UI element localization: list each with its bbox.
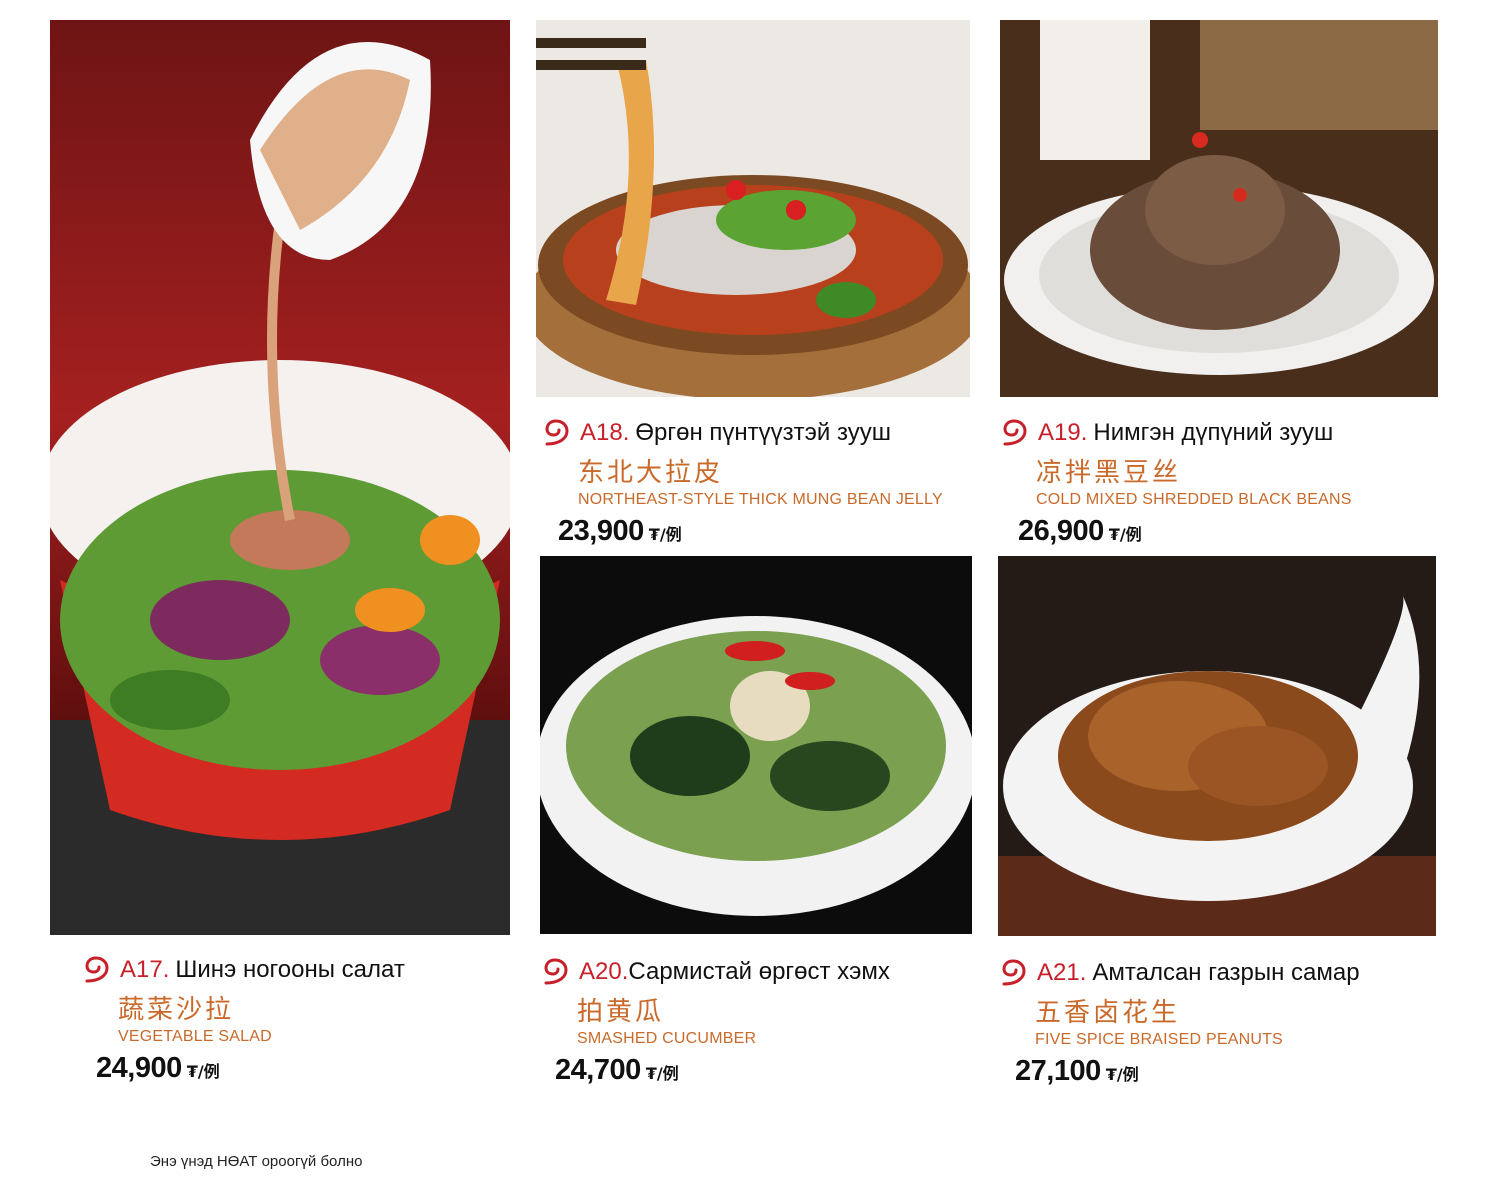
item-name-chinese: 拍黄瓜 bbox=[577, 997, 665, 1027]
swirl-icon bbox=[544, 958, 568, 985]
price-unit: ₮/例 bbox=[1105, 1065, 1139, 1084]
item-price: 27,100 bbox=[1015, 1055, 1101, 1087]
menu-item-a19: A19. Нимгэн дүпүний зууш 凉拌黑豆丝 COLD MIXE… bbox=[1000, 416, 1440, 548]
black-bean-noodles-photo bbox=[1000, 20, 1438, 397]
menu-item-a20: A20. Сармистай өргөст хэмх 拍黄瓜 SMASHED C… bbox=[541, 955, 981, 1087]
price-unit: ₮/例 bbox=[1108, 525, 1142, 544]
swirl-icon bbox=[1003, 419, 1027, 446]
item-name-chinese: 五香卤花生 bbox=[1035, 998, 1181, 1028]
item-name-english: SMASHED CUCUMBER bbox=[577, 1030, 757, 1047]
item-name-english: VEGETABLE SALAD bbox=[118, 1028, 272, 1045]
item-name-mongolian: Шинэ ногооны салат bbox=[175, 956, 405, 983]
swirl-icon bbox=[85, 956, 109, 983]
item-name-english: NORTHEAST-STYLE THICK MUNG BEAN JELLY bbox=[578, 491, 943, 508]
item-name-english: FIVE SPICE BRAISED PEANUTS bbox=[1035, 1031, 1283, 1048]
vegetable-salad-photo bbox=[50, 20, 510, 935]
price-unit: ₮/例 bbox=[186, 1062, 220, 1081]
swirl-icon bbox=[1002, 959, 1026, 986]
item-name-chinese: 东北大拉皮 bbox=[578, 458, 724, 488]
item-code: A19. bbox=[1038, 419, 1088, 446]
item-name-mongolian: Өргөн пүнтүүзтэй зууш bbox=[635, 419, 891, 446]
item-price: 24,700 bbox=[555, 1054, 641, 1086]
menu-item-a17: A17. Шинэ ногооны салат 蔬菜沙拉 VEGETABLE S… bbox=[82, 953, 522, 1085]
item-name-english: COLD MIXED SHREDDED BLACK BEANS bbox=[1036, 491, 1352, 508]
vat-footnote: Энэ үнэд НӨАТ ороогүй болно bbox=[150, 1153, 363, 1170]
menu-item-a18: A18. Өргөн пүнтүүзтэй зууш 东北大拉皮 NORTHEA… bbox=[542, 416, 982, 548]
item-code: A20. bbox=[579, 958, 629, 985]
price-unit: ₮/例 bbox=[648, 525, 682, 544]
item-name-mongolian: Сармистай өргөст хэмх bbox=[628, 958, 890, 985]
swirl-icon bbox=[545, 419, 569, 446]
item-name-mongolian: Нимгэн дүпүний зууш bbox=[1093, 419, 1334, 446]
item-price: 23,900 bbox=[558, 515, 644, 547]
item-price: 26,900 bbox=[1018, 515, 1104, 547]
item-name-chinese: 蔬菜沙拉 bbox=[118, 995, 235, 1025]
braised-peanuts-photo bbox=[998, 556, 1436, 936]
item-price: 24,900 bbox=[96, 1052, 182, 1084]
mung-bean-jelly-photo bbox=[536, 20, 970, 397]
price-unit: ₮/例 bbox=[645, 1064, 679, 1083]
smashed-cucumber-photo bbox=[540, 556, 972, 934]
item-code: A18. bbox=[580, 419, 630, 446]
item-name-chinese: 凉拌黑豆丝 bbox=[1036, 458, 1182, 488]
item-code: A21. bbox=[1037, 959, 1087, 986]
item-name-mongolian: Амталсан газрын самар bbox=[1092, 959, 1360, 986]
menu-item-a21: A21. Амталсан газрын самар 五香卤花生 FIVE SP… bbox=[999, 956, 1439, 1088]
item-code: A17. bbox=[120, 956, 170, 983]
